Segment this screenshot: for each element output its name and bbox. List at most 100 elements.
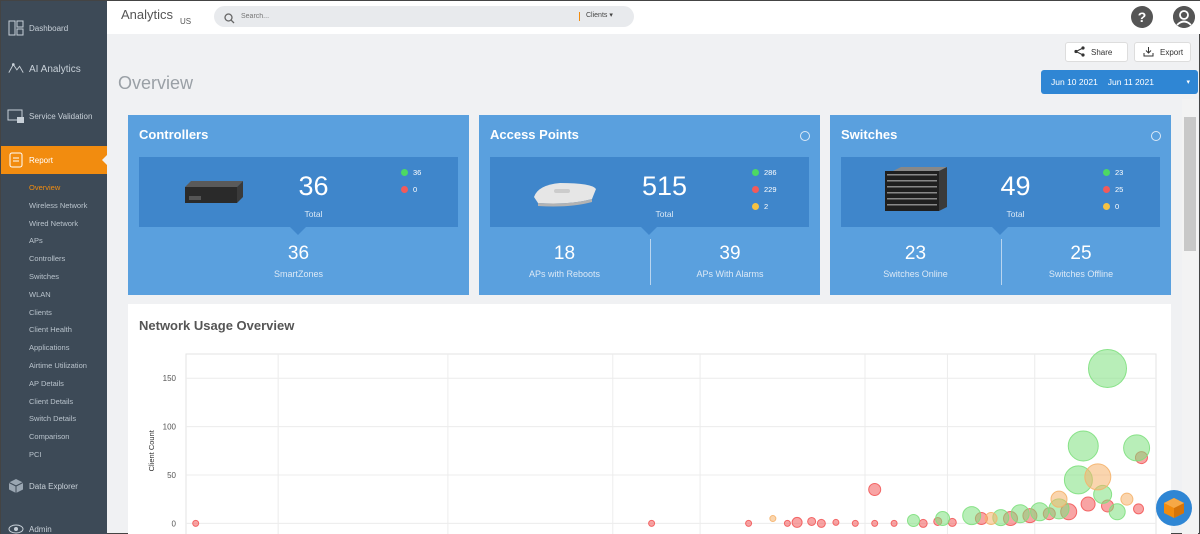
aps-with-reboots-stat: 18 APs with Reboots bbox=[479, 243, 650, 279]
y-tick-label: 50 bbox=[167, 471, 176, 480]
region-label[interactable]: US bbox=[180, 17, 191, 26]
submenu-item-switch-details[interactable]: Switch Details bbox=[29, 410, 87, 428]
scatter-point[interactable] bbox=[1088, 349, 1127, 389]
user-avatar-icon[interactable] bbox=[1173, 6, 1195, 28]
switches-card[interactable]: Switches 49 Total 23 25 0 23 Switches On… bbox=[830, 115, 1171, 295]
controllers-total-label: Total bbox=[304, 209, 323, 219]
help-icon[interactable]: ? bbox=[1131, 6, 1153, 28]
submenu-item-controllers[interactable]: Controllers bbox=[29, 250, 87, 268]
sidebar-item-label: Report bbox=[29, 155, 54, 165]
scatter-point[interactable] bbox=[1120, 492, 1134, 506]
switches-online-stat: 23 Switches Online bbox=[830, 243, 1001, 279]
card-title: Switches bbox=[841, 127, 898, 142]
export-button[interactable]: Export bbox=[1134, 42, 1191, 62]
info-icon[interactable] bbox=[1151, 131, 1161, 141]
submenu-item-clients[interactable]: Clients bbox=[29, 304, 87, 322]
submenu-item-wireless-network[interactable]: Wireless Network bbox=[29, 197, 87, 215]
scatter-point[interactable] bbox=[1108, 503, 1126, 521]
scatter-point[interactable] bbox=[783, 519, 791, 527]
info-icon[interactable] bbox=[800, 131, 810, 141]
floating-action-button[interactable] bbox=[1156, 490, 1192, 526]
legend-value: 2 bbox=[764, 202, 769, 211]
submenu-item-wired-network[interactable]: Wired Network bbox=[29, 215, 87, 233]
access-points-card[interactable]: Access Points 515 Total 286 229 2 18 APs… bbox=[479, 115, 820, 295]
scatter-point[interactable] bbox=[1067, 430, 1099, 462]
stat-value: 25 bbox=[1070, 243, 1092, 264]
date-range-picker[interactable]: Jun 10 2021 Jun 11 2021 ▾ bbox=[1041, 70, 1198, 94]
scatter-point[interactable] bbox=[868, 483, 882, 497]
sidebar-item-label: Admin bbox=[29, 524, 52, 534]
scatter-point[interactable] bbox=[871, 519, 879, 527]
scatter-point[interactable] bbox=[984, 512, 998, 526]
y-axis-label: Client Count bbox=[147, 429, 156, 471]
submenu-item-comparison[interactable]: Comparison bbox=[29, 428, 87, 446]
sidebar-item-data-explorer[interactable]: Data Explorer bbox=[1, 476, 107, 496]
submenu-item-switches[interactable]: Switches bbox=[29, 268, 87, 286]
panel-notch bbox=[992, 227, 1008, 235]
submenu-item-pci[interactable]: PCI bbox=[29, 446, 87, 464]
scatter-point[interactable] bbox=[1133, 503, 1145, 515]
scatter-point[interactable] bbox=[962, 506, 982, 526]
scrollbar-thumb[interactable] bbox=[1184, 117, 1196, 251]
scatter-point[interactable] bbox=[832, 518, 840, 526]
legend-value: 0 bbox=[413, 185, 418, 194]
card-summary-panel: 515 Total 286 229 2 bbox=[490, 157, 809, 227]
scatter-point[interactable] bbox=[745, 519, 753, 527]
offline-dot-icon bbox=[752, 186, 759, 193]
sidebar-item-label: Data Explorer bbox=[29, 481, 78, 491]
online-dot-icon bbox=[752, 169, 759, 176]
controllers-total: 36 bbox=[298, 171, 329, 201]
scatter-point[interactable] bbox=[816, 518, 826, 528]
scatter-point[interactable] bbox=[1123, 434, 1151, 462]
scatter-point[interactable] bbox=[1010, 504, 1030, 524]
card-summary-panel: 49 Total 23 25 0 bbox=[841, 157, 1160, 227]
search-input[interactable] bbox=[241, 10, 561, 23]
scatter-point[interactable] bbox=[935, 511, 951, 527]
search-bar[interactable]: Clients ▾ bbox=[214, 6, 634, 27]
scatter-point[interactable] bbox=[1080, 496, 1096, 512]
share-button[interactable]: Share bbox=[1065, 42, 1128, 62]
stat-label: APs with Reboots bbox=[528, 269, 601, 279]
sidebar-item-ai-analytics[interactable]: AI Analytics bbox=[1, 59, 107, 79]
scatter-point[interactable] bbox=[851, 519, 859, 527]
scatter-point[interactable] bbox=[1030, 502, 1050, 522]
status-legend: 286 229 2 bbox=[752, 164, 777, 215]
sidebar-item-dashboard[interactable]: Dashboard bbox=[1, 18, 107, 38]
sidebar-item-report[interactable]: Report bbox=[1, 146, 108, 174]
scatter-point[interactable] bbox=[192, 519, 200, 527]
submenu-item-wlan[interactable]: WLAN bbox=[29, 286, 87, 304]
sidebar-item-admin[interactable]: Admin bbox=[1, 521, 107, 534]
submenu-item-aps[interactable]: APs bbox=[29, 232, 87, 250]
y-tick-label: 100 bbox=[163, 423, 177, 432]
submenu-item-overview[interactable]: Overview bbox=[29, 179, 87, 197]
network-usage-card: Network Usage Overview 0 50 100 150 Client C… bbox=[128, 304, 1171, 534]
submenu-item-client-health[interactable]: Client Health bbox=[29, 321, 87, 339]
search-scope-dropdown[interactable]: Clients ▾ bbox=[586, 11, 613, 19]
scatter-point[interactable] bbox=[791, 516, 803, 528]
network-usage-chart[interactable]: 0 50 100 150 Client Count bbox=[128, 304, 1171, 534]
ai-analytics-icon bbox=[7, 60, 25, 78]
submenu-item-applications[interactable]: Applications bbox=[29, 339, 87, 357]
scatter-point[interactable] bbox=[769, 515, 777, 523]
scatter-point[interactable] bbox=[890, 519, 898, 527]
card-summary-panel: 36 Total 36 0 bbox=[139, 157, 458, 227]
offline-dot-icon bbox=[401, 186, 408, 193]
scatter-point[interactable] bbox=[918, 518, 928, 528]
scatter-point[interactable] bbox=[1084, 463, 1112, 491]
data-explorer-icon bbox=[7, 477, 25, 495]
scatter-point[interactable] bbox=[807, 516, 817, 526]
scatter-point[interactable] bbox=[648, 519, 656, 527]
legend-value: 25 bbox=[1115, 185, 1124, 194]
submenu-item-ap-details[interactable]: AP Details bbox=[29, 375, 87, 393]
controllers-card[interactable]: Controllers 36 Total 36 0 36 SmartZones bbox=[128, 115, 469, 295]
export-label: Export bbox=[1160, 47, 1184, 57]
scatter-point[interactable] bbox=[1050, 490, 1068, 508]
legend-value: 229 bbox=[764, 185, 777, 194]
switches-offline-stat: 25 Switches Offline bbox=[1001, 243, 1161, 279]
submenu-item-client-details[interactable]: Client Details bbox=[29, 393, 87, 411]
y-tick-label: 150 bbox=[163, 374, 177, 383]
sidebar-item-service-validation[interactable]: Service Validation bbox=[1, 105, 107, 127]
scatter-point[interactable] bbox=[907, 513, 920, 527]
submenu-item-airtime-utilization[interactable]: Airtime Utilization bbox=[29, 357, 87, 375]
admin-icon bbox=[7, 520, 25, 534]
